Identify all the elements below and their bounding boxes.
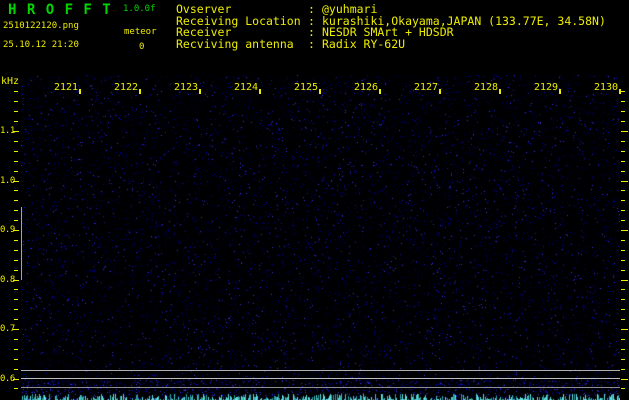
freq-tick-left xyxy=(14,141,18,142)
freq-tick-right xyxy=(621,329,628,330)
station-info: Ovserver: @yuhmari Receiving Location: kur… xyxy=(176,3,606,52)
freq-tick-right xyxy=(621,250,625,251)
meteor-count-value: 0 xyxy=(139,42,145,52)
time-label: 2122 xyxy=(114,82,139,93)
time-tick xyxy=(379,89,381,94)
freq-tick-right xyxy=(621,210,625,211)
freq-tick-right xyxy=(621,200,625,201)
time-label: 2127 xyxy=(414,82,439,93)
freq-tick-left xyxy=(14,151,18,152)
time-label: 2124 xyxy=(234,82,259,93)
freq-tick-right xyxy=(621,388,625,389)
freq-tick-left xyxy=(14,111,18,112)
freq-tick-right xyxy=(621,141,625,142)
carrier-line xyxy=(21,378,620,379)
time-tick xyxy=(139,89,141,94)
time-label: 2130 xyxy=(594,82,619,93)
freq-tick-right xyxy=(621,289,625,290)
freq-tick-left xyxy=(14,250,18,251)
freq-tick-left xyxy=(14,270,18,271)
freq-tick-left xyxy=(14,240,18,241)
freq-tick-left xyxy=(14,210,18,211)
freq-tick-right xyxy=(621,270,625,271)
freq-tick-right xyxy=(621,349,625,350)
time-tick xyxy=(259,89,261,94)
freq-tick-left xyxy=(14,161,18,162)
freq-tick-left xyxy=(14,369,18,370)
time-label: 2129 xyxy=(534,82,559,93)
freq-tick-label: 1.0 xyxy=(0,176,15,186)
app-title: H R O F F T xyxy=(8,2,112,18)
time-label: 2128 xyxy=(474,82,499,93)
freq-tick-label: 0.8 xyxy=(0,275,15,285)
freq-tick-right xyxy=(621,111,625,112)
info-label: Recviving antenna xyxy=(176,37,294,52)
freq-tick-left xyxy=(14,349,18,350)
meteor-count-label: meteor xyxy=(124,27,157,37)
freq-tick-right xyxy=(621,319,625,320)
freq-tick-left xyxy=(14,171,18,172)
output-filename: 2510122120.png xyxy=(3,21,79,31)
freq-tick-left xyxy=(14,319,18,320)
freq-tick-right xyxy=(621,161,625,162)
freq-tick-right xyxy=(621,171,625,172)
khz-axis-label: kHz xyxy=(1,76,20,87)
time-tick xyxy=(499,89,501,94)
freq-tick-right xyxy=(621,280,628,281)
app-version: 1.0.0f xyxy=(123,4,156,14)
freq-tick-label: 0.7 xyxy=(0,324,15,334)
time-tick xyxy=(439,89,441,94)
info-separator: : xyxy=(308,37,315,52)
freq-tick-left xyxy=(14,200,18,201)
freq-tick-right xyxy=(621,369,625,370)
carrier-line xyxy=(21,370,620,371)
freq-tick-right xyxy=(621,181,628,182)
freq-tick-left xyxy=(14,121,18,122)
freq-tick-right xyxy=(621,230,628,231)
freq-tick-right xyxy=(621,121,625,122)
start-marker-line xyxy=(21,207,22,280)
freq-tick-left xyxy=(14,190,18,191)
time-label: 2126 xyxy=(354,82,379,93)
time-label: 2121 xyxy=(54,82,79,93)
freq-tick-right xyxy=(621,240,625,241)
info-row-antenna: Recviving antenna: Radix RY-62U xyxy=(176,37,606,52)
time-tick xyxy=(559,89,561,94)
freq-tick-left xyxy=(14,359,18,360)
freq-tick-right xyxy=(621,359,625,360)
time-tick xyxy=(319,89,321,94)
freq-tick-right xyxy=(621,309,625,310)
hrofft-screen: { "app": { "name": "H R O F F T", "versi… xyxy=(0,0,629,400)
freq-tick-left xyxy=(14,299,18,300)
time-tick xyxy=(199,89,201,94)
freq-tick-right xyxy=(621,151,625,152)
freq-tick-right xyxy=(621,339,625,340)
freq-tick-right xyxy=(621,220,625,221)
freq-tick-label: 0.9 xyxy=(0,225,15,235)
freq-tick-left xyxy=(14,260,18,261)
freq-tick-left xyxy=(14,289,18,290)
freq-tick-right xyxy=(621,91,625,92)
time-tick xyxy=(79,89,81,94)
freq-tick-label: 1.1 xyxy=(0,126,15,136)
carrier-line xyxy=(21,387,620,388)
freq-tick-right xyxy=(621,131,628,132)
freq-tick-left xyxy=(14,220,18,221)
time-label: 2123 xyxy=(174,82,199,93)
freq-tick-right xyxy=(621,299,625,300)
freq-tick-label: 0.6 xyxy=(0,374,15,384)
freq-tick-right xyxy=(621,101,625,102)
freq-tick-left xyxy=(14,309,18,310)
info-value: Radix RY-62U xyxy=(322,37,406,52)
spectrogram-canvas xyxy=(21,75,620,400)
datetime-stamp: 25.10.12 21:20 xyxy=(3,40,79,50)
freq-tick-right xyxy=(621,190,625,191)
time-label: 2125 xyxy=(294,82,319,93)
freq-tick-left xyxy=(14,91,18,92)
freq-tick-right xyxy=(621,260,625,261)
freq-tick-left xyxy=(14,339,18,340)
freq-tick-left xyxy=(14,101,18,102)
freq-tick-left xyxy=(14,388,18,389)
freq-tick-right xyxy=(621,379,628,380)
